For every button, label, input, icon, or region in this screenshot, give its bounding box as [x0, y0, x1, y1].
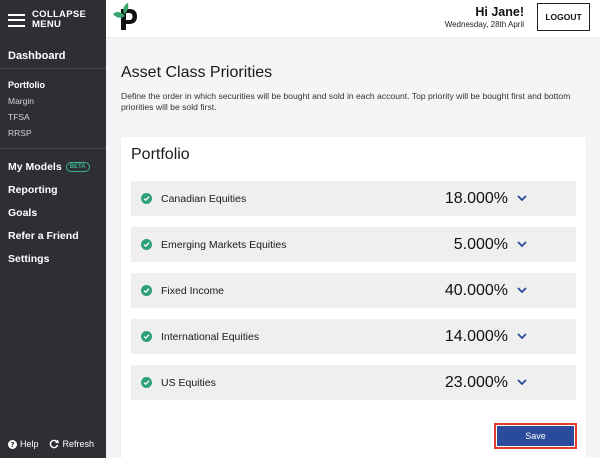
collapse-menu-button[interactable]: COLLAPSE MENU — [8, 10, 86, 30]
sidebar-item-reporting[interactable]: Reporting — [8, 184, 58, 196]
hamburger-icon — [8, 13, 25, 27]
sidebar: COLLAPSE MENU Dashboard Portfolio Margin… — [0, 0, 106, 458]
asset-class-row-international-equities[interactable]: International Equities 14.000% — [131, 319, 576, 354]
page-description: Define the order in which securities wil… — [121, 91, 571, 112]
asset-class-percent: 14.000% — [444, 327, 508, 345]
chevron-down-icon[interactable] — [516, 195, 528, 202]
check-circle-icon — [141, 285, 152, 296]
check-circle-icon — [141, 239, 152, 250]
save-button[interactable]: Save — [497, 426, 574, 446]
check-circle-icon — [141, 377, 152, 388]
my-models-label: My Models — [8, 161, 62, 173]
sidebar-item-my-models[interactable]: My Models BETA — [8, 161, 90, 173]
asset-class-row-us-equities[interactable]: US Equities 23.000% — [131, 365, 576, 400]
refresh-label: Refresh — [62, 439, 94, 449]
chevron-down-icon[interactable] — [516, 241, 528, 248]
asset-class-label: US Equities — [161, 376, 216, 389]
user-greeting: Hi Jane! Wednesday, 28th April — [445, 5, 524, 29]
sidebar-item-dashboard[interactable]: Dashboard — [8, 50, 65, 62]
top-header: Hi Jane! Wednesday, 28th April LOGOUT — [106, 0, 600, 38]
chevron-down-icon[interactable] — [516, 379, 528, 386]
asset-class-row-emerging-markets-equities[interactable]: Emerging Markets Equities 5.000% — [131, 227, 576, 262]
sidebar-item-settings[interactable]: Settings — [8, 253, 49, 265]
page-title: Asset Class Priorities — [121, 64, 273, 81]
asset-class-percent: 18.000% — [444, 189, 508, 207]
chevron-down-icon[interactable] — [516, 287, 528, 294]
greeting-text: Hi Jane! — [475, 5, 524, 19]
check-circle-icon — [141, 193, 152, 204]
asset-class-percent: 23.000% — [444, 373, 508, 391]
sidebar-item-goals[interactable]: Goals — [8, 207, 37, 219]
svg-text:?: ? — [10, 440, 14, 449]
sidebar-footer: ? Help Refresh — [0, 430, 106, 458]
sidebar-divider — [0, 148, 106, 149]
asset-class-label: Canadian Equities — [161, 192, 247, 205]
asset-class-label: Fixed Income — [161, 284, 225, 297]
asset-class-row-fixed-income[interactable]: Fixed Income 40.000% — [131, 273, 576, 308]
save-button-highlight: Save — [494, 423, 577, 449]
app-logo[interactable] — [110, 2, 142, 34]
check-circle-icon — [141, 331, 152, 342]
refresh-icon — [50, 439, 60, 449]
current-date: Wednesday, 28th April — [444, 20, 524, 29]
sidebar-item-margin[interactable]: Margin — [8, 96, 34, 106]
refresh-button[interactable]: Refresh — [49, 439, 94, 449]
sidebar-item-rrsp[interactable]: RRSP — [8, 128, 32, 138]
portfolio-card: Portfolio Canadian Equities 18.000% Emer… — [121, 137, 586, 458]
asset-class-percent: 40.000% — [444, 281, 508, 299]
help-icon: ? — [8, 439, 17, 449]
beta-badge: BETA — [65, 162, 90, 172]
chevron-down-icon[interactable] — [516, 333, 528, 340]
sidebar-divider — [0, 68, 106, 69]
help-label: Help — [20, 439, 39, 449]
logout-button[interactable]: LOGOUT — [537, 3, 590, 31]
card-title: Portfolio — [131, 146, 190, 163]
help-button[interactable]: ? Help — [8, 439, 39, 449]
menu-label: MENU — [32, 19, 62, 30]
sidebar-item-tfsa[interactable]: TFSA — [8, 112, 30, 122]
sidebar-item-portfolio[interactable]: Portfolio — [8, 80, 45, 90]
asset-class-label: International Equities — [161, 330, 260, 343]
asset-class-row-canadian-equities[interactable]: Canadian Equities 18.000% — [131, 181, 576, 216]
asset-class-label: Emerging Markets Equities — [161, 238, 287, 251]
sidebar-item-refer-a-friend[interactable]: Refer a Friend — [8, 230, 79, 242]
asset-class-percent: 5.000% — [453, 235, 508, 253]
